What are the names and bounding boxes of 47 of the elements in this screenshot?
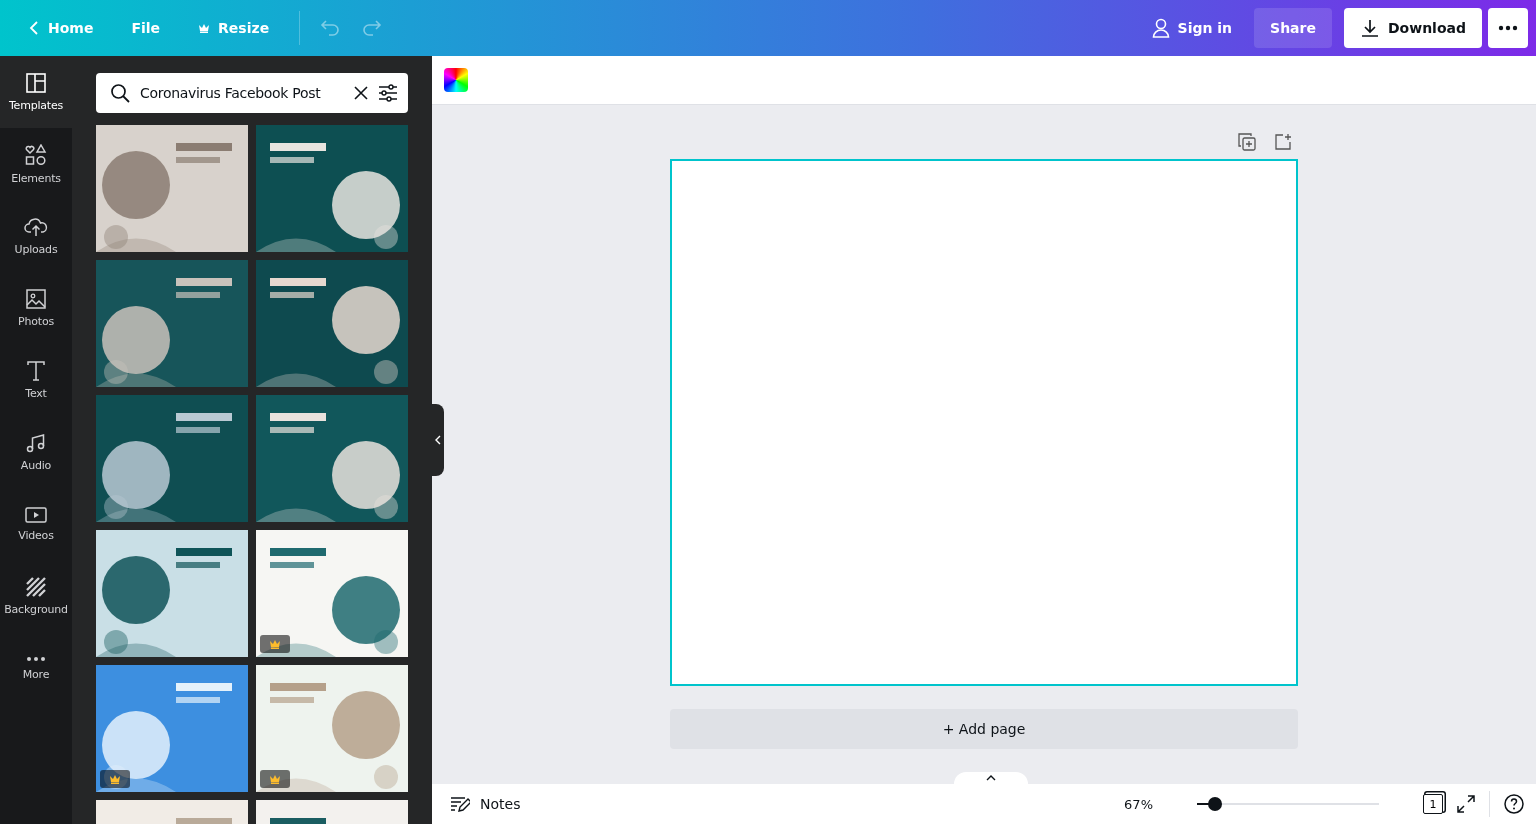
- music-note-icon: [26, 432, 46, 453]
- share-button[interactable]: Share: [1254, 8, 1332, 48]
- duplicate-page-icon[interactable]: [1238, 133, 1256, 151]
- close-icon[interactable]: [354, 86, 368, 100]
- user-icon: [1151, 18, 1170, 38]
- sign-in-button[interactable]: Sign in: [1135, 8, 1249, 48]
- shapes-icon: [25, 143, 47, 166]
- crown-icon: [198, 23, 211, 33]
- notes-button[interactable]: Notes: [444, 795, 527, 813]
- filter-icon[interactable]: [378, 84, 398, 102]
- notes-icon: [450, 796, 470, 812]
- zoom-slider[interactable]: [1197, 797, 1379, 811]
- text-icon: [27, 360, 45, 381]
- video-icon: [25, 506, 47, 523]
- download-button[interactable]: Download: [1343, 8, 1482, 48]
- zoom-percentage[interactable]: 67%: [1124, 796, 1153, 812]
- fullscreen-icon[interactable]: [1457, 795, 1475, 813]
- layout-icon: [26, 72, 46, 93]
- sidebar-item[interactable]: Text: [0, 344, 72, 416]
- sidebar-item[interactable]: More: [0, 632, 72, 704]
- add-page-button[interactable]: + Add page: [670, 709, 1298, 749]
- more-button[interactable]: [1488, 8, 1528, 48]
- more-icon: [1498, 25, 1518, 31]
- sidebar-item[interactable]: Uploads: [0, 200, 72, 272]
- chevron-up-icon: [986, 775, 996, 781]
- sidebar-item[interactable]: Background: [0, 560, 72, 632]
- page-count-button[interactable]: 1: [1423, 794, 1443, 814]
- sidebar-item[interactable]: Audio: [0, 416, 72, 488]
- chevron-left-icon: [435, 435, 441, 445]
- expand-pages-tab[interactable]: [954, 772, 1028, 784]
- search-bar[interactable]: Coronavirus Facebook Post: [96, 73, 408, 113]
- collapse-handle[interactable]: [432, 404, 444, 476]
- download-icon: [1359, 18, 1380, 38]
- add-page-icon[interactable]: [1274, 133, 1292, 151]
- help-icon[interactable]: [1504, 794, 1524, 814]
- sidebar-item[interactable]: Templates: [0, 56, 72, 128]
- sidebar-item[interactable]: Photos: [0, 272, 72, 344]
- image-icon: [26, 288, 46, 309]
- slider-thumb[interactable]: [1208, 797, 1223, 811]
- back-icon: [28, 20, 40, 36]
- hatch-icon: [26, 576, 46, 597]
- sidebar-item[interactable]: Videos: [0, 488, 72, 560]
- search-icon: [110, 83, 130, 103]
- sidebar-item[interactable]: Elements: [0, 128, 72, 200]
- color-picker-icon[interactable]: [444, 68, 468, 92]
- cloud-upload-icon: [24, 216, 48, 237]
- more-icon: [26, 655, 46, 662]
